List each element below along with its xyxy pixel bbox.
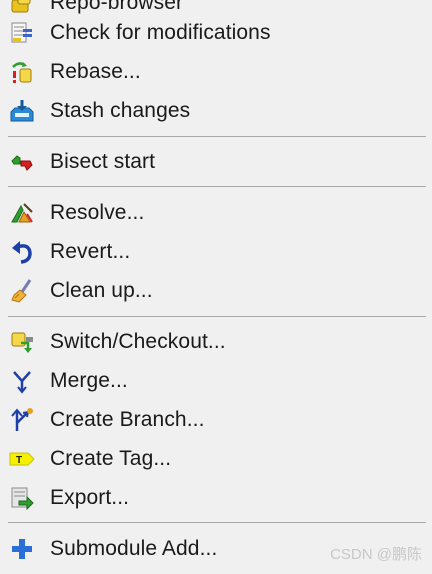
broom-icon xyxy=(8,277,36,305)
revert-icon xyxy=(8,238,36,266)
menu-item-rebase[interactable]: Rebase... xyxy=(0,54,432,90)
menu-item-label: Clean up... xyxy=(50,279,153,302)
watermark: CSDN @鹏陈 xyxy=(330,546,422,563)
menu-item-label: Switch/Checkout... xyxy=(50,330,226,353)
context-menu: Repo-browser Check for modifications Reb… xyxy=(0,0,432,574)
menu-item-switch[interactable]: Switch/Checkout... xyxy=(0,324,432,360)
menu-item-label: Repo-browser xyxy=(50,0,184,14)
menu-item-label: Stash changes xyxy=(50,99,191,122)
menu-item-merge[interactable]: Merge... xyxy=(0,363,432,399)
menu-item-create-branch[interactable]: Create Branch... xyxy=(0,402,432,438)
menu-item-label: Bisect start xyxy=(50,150,156,173)
menu-item-label: Check for modifications xyxy=(50,21,271,44)
export-icon xyxy=(8,484,36,512)
branch-icon xyxy=(8,406,36,434)
stash-icon xyxy=(8,97,36,125)
menu-item-label: Create Branch... xyxy=(50,408,205,431)
bisect-icon xyxy=(8,148,36,176)
merge-icon xyxy=(8,367,36,395)
menu-item-label: Merge... xyxy=(50,369,128,392)
menu-item-cleanup[interactable]: Clean up... xyxy=(0,273,432,309)
menu-item-label: Export... xyxy=(50,486,130,509)
menu-item-label: Create Tag... xyxy=(50,447,172,470)
menu-item-resolve[interactable]: Resolve... xyxy=(0,195,432,231)
plus-icon xyxy=(8,535,36,563)
menu-separator xyxy=(8,186,426,187)
menu-item-create-tag[interactable]: T Create Tag... xyxy=(0,441,432,477)
svg-text:T: T xyxy=(16,455,22,466)
tag-icon: T xyxy=(8,445,36,473)
menu-item-stash[interactable]: Stash changes xyxy=(0,93,432,129)
menu-separator xyxy=(8,522,426,523)
resolve-icon xyxy=(8,199,36,227)
switch-icon xyxy=(8,328,36,356)
menu-item-revert[interactable]: Revert... xyxy=(0,234,432,270)
menu-item-check-modifications[interactable]: Check for modifications xyxy=(0,15,432,51)
menu-item-label: Resolve... xyxy=(50,201,145,224)
check-modifications-icon xyxy=(8,19,36,47)
menu-item-label: Revert... xyxy=(50,240,131,263)
menu-item-label: Submodule Add... xyxy=(50,537,218,560)
menu-item-export[interactable]: Export... xyxy=(0,480,432,516)
menu-separator xyxy=(8,316,426,317)
menu-separator xyxy=(8,136,426,137)
rebase-icon xyxy=(8,58,36,86)
menu-item-bisect[interactable]: Bisect start xyxy=(0,144,432,180)
menu-item-label: Rebase... xyxy=(50,60,141,83)
